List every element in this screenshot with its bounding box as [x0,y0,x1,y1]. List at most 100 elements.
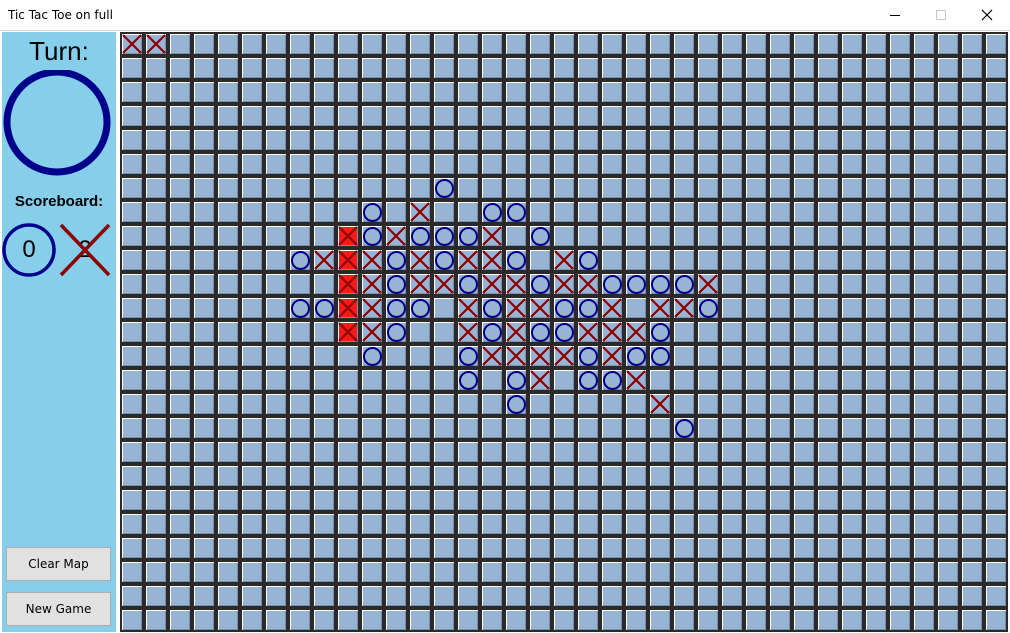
board-cell[interactable] [312,296,336,320]
board-cell[interactable] [960,320,984,344]
board-cell[interactable] [192,584,216,608]
board-cell[interactable] [120,152,144,176]
board-cell[interactable] [456,296,480,320]
board-cell[interactable] [672,392,696,416]
board-cell[interactable] [528,440,552,464]
board-cell[interactable] [816,488,840,512]
board-cell[interactable] [912,344,936,368]
board-cell[interactable] [384,536,408,560]
board-cell[interactable] [312,344,336,368]
board-cell[interactable] [264,344,288,368]
board-cell[interactable] [792,560,816,584]
board-cell[interactable] [912,584,936,608]
board-cell[interactable] [264,272,288,296]
board-cell[interactable] [168,416,192,440]
board-cell[interactable] [360,584,384,608]
board-cell[interactable] [528,32,552,56]
board-cell[interactable] [984,344,1008,368]
board-cell[interactable] [816,128,840,152]
board-cell[interactable] [912,104,936,128]
board-cell[interactable] [384,416,408,440]
board-cell[interactable] [408,464,432,488]
board-cell[interactable] [720,560,744,584]
board-cell[interactable] [768,440,792,464]
board-cell[interactable] [216,536,240,560]
board-cell[interactable] [816,200,840,224]
board-cell[interactable] [336,296,360,320]
board-cell[interactable] [720,32,744,56]
board-cell[interactable] [288,152,312,176]
board-cell[interactable] [576,584,600,608]
board-cell[interactable] [528,536,552,560]
board-cell[interactable] [384,488,408,512]
board-cell[interactable] [696,272,720,296]
board-cell[interactable] [360,176,384,200]
board-cell[interactable] [192,392,216,416]
board-cell[interactable] [768,536,792,560]
board-cell[interactable] [504,128,528,152]
board-cell[interactable] [360,536,384,560]
board-cell[interactable] [552,224,576,248]
board-cell[interactable] [672,56,696,80]
board-cell[interactable] [864,128,888,152]
board-cell[interactable] [336,512,360,536]
board-cell[interactable] [984,296,1008,320]
board-cell[interactable] [960,104,984,128]
board-cell[interactable] [312,464,336,488]
board-cell[interactable] [984,368,1008,392]
board-cell[interactable] [240,512,264,536]
board-cell[interactable] [384,152,408,176]
board-cell[interactable] [888,344,912,368]
board-cell[interactable] [768,464,792,488]
board-cell[interactable] [912,368,936,392]
board-cell[interactable] [552,488,576,512]
board-cell[interactable] [696,512,720,536]
board-cell[interactable] [288,224,312,248]
board-cell[interactable] [648,176,672,200]
board-cell[interactable] [984,512,1008,536]
board-cell[interactable] [408,608,432,632]
board-cell[interactable] [960,296,984,320]
board-cell[interactable] [144,296,168,320]
board-cell[interactable] [888,272,912,296]
board-cell[interactable] [984,536,1008,560]
board-cell[interactable] [768,584,792,608]
board-cell[interactable] [384,104,408,128]
board-cell[interactable] [336,56,360,80]
board-cell[interactable] [480,104,504,128]
board-cell[interactable] [144,272,168,296]
board-cell[interactable] [912,80,936,104]
board-cell[interactable] [720,104,744,128]
board-cell[interactable] [144,32,168,56]
board-cell[interactable] [888,392,912,416]
board-cell[interactable] [912,56,936,80]
board-cell[interactable] [408,440,432,464]
board-cell[interactable] [216,128,240,152]
board-cell[interactable] [696,368,720,392]
board-cell[interactable] [816,584,840,608]
board-cell[interactable] [768,368,792,392]
board-cell[interactable] [984,392,1008,416]
board-cell[interactable] [768,224,792,248]
board-cell[interactable] [408,560,432,584]
board-cell[interactable] [984,272,1008,296]
board-cell[interactable] [480,200,504,224]
board-cell[interactable] [240,560,264,584]
board-cell[interactable] [768,416,792,440]
board-cell[interactable] [336,584,360,608]
board-cell[interactable] [648,104,672,128]
board-cell[interactable] [864,368,888,392]
board-cell[interactable] [624,80,648,104]
board-cell[interactable] [120,392,144,416]
board-cell[interactable] [288,80,312,104]
board-cell[interactable] [432,416,456,440]
board-cell[interactable] [264,248,288,272]
board-cell[interactable] [984,248,1008,272]
board-cell[interactable] [456,128,480,152]
board-cell[interactable] [744,608,768,632]
board-cell[interactable] [840,272,864,296]
board-cell[interactable] [720,536,744,560]
board-cell[interactable] [720,320,744,344]
board-cell[interactable] [240,296,264,320]
board-cell[interactable] [216,56,240,80]
